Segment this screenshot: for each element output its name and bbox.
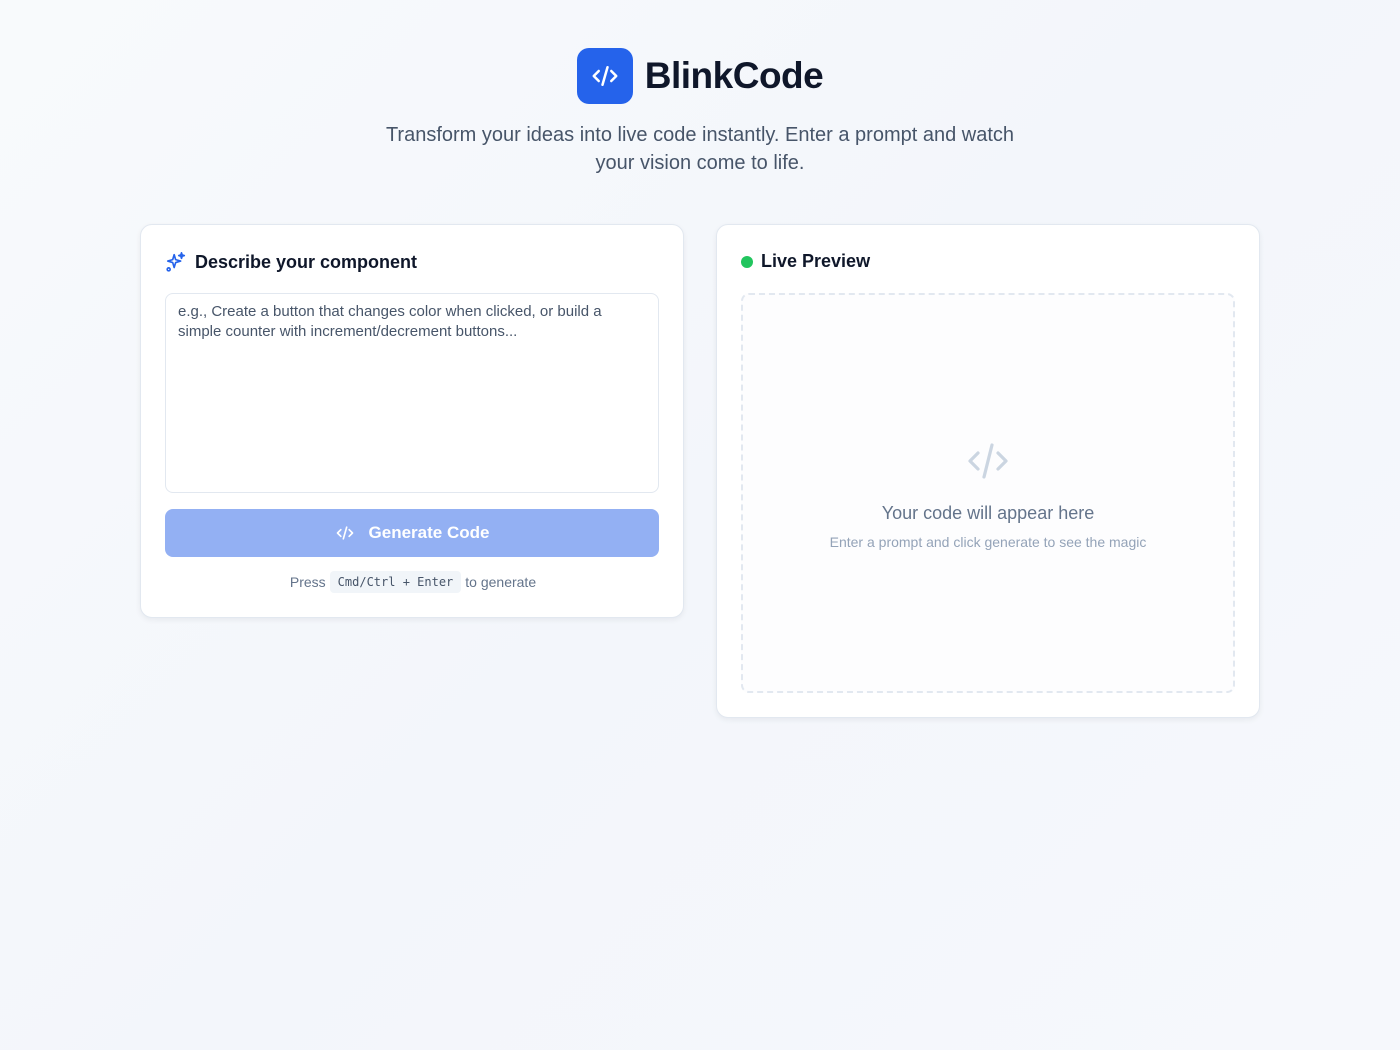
prompt-card: Describe your component Generate Code Pr… bbox=[140, 224, 684, 618]
code-icon bbox=[592, 66, 618, 86]
prompt-card-title: Describe your component bbox=[195, 251, 418, 272]
empty-state-title: Your code will appear here bbox=[881, 502, 1095, 523]
app-title: BlinkCode bbox=[644, 55, 824, 96]
live-status-dot bbox=[741, 255, 753, 268]
preview-card-header: Live Preview bbox=[741, 251, 870, 272]
brand: BlinkCode bbox=[0, 48, 1400, 104]
hint-suffix: to generate bbox=[465, 574, 537, 590]
generate-code-label: Generate Code bbox=[368, 523, 490, 542]
code-icon bbox=[968, 442, 1008, 479]
preview-card: Live Preview Your code will appear here … bbox=[716, 224, 1260, 718]
generate-code-button[interactable]: Generate Code bbox=[165, 509, 659, 557]
page-header: BlinkCode Transform your ideas into live… bbox=[0, 48, 1400, 177]
preview-card-title: Live Preview bbox=[761, 251, 871, 271]
sparkles-icon bbox=[166, 252, 186, 272]
shortcut-hint: Press Cmd/Ctrl + Enter to generate bbox=[141, 571, 685, 593]
prompt-card-header: Describe your component bbox=[165, 251, 417, 273]
prompt-input[interactable] bbox=[165, 293, 659, 493]
hint-prefix: Press bbox=[289, 574, 326, 590]
tagline: Transform your ideas into live code inst… bbox=[385, 124, 1015, 174]
logo bbox=[576, 48, 633, 104]
preview-area: Your code will appear here Enter a promp… bbox=[741, 293, 1235, 693]
code-icon bbox=[336, 526, 353, 540]
empty-state-subtitle: Enter a prompt and click generate to see… bbox=[829, 533, 1147, 550]
shortcut-kbd: Cmd/Ctrl + Enter bbox=[329, 571, 462, 593]
